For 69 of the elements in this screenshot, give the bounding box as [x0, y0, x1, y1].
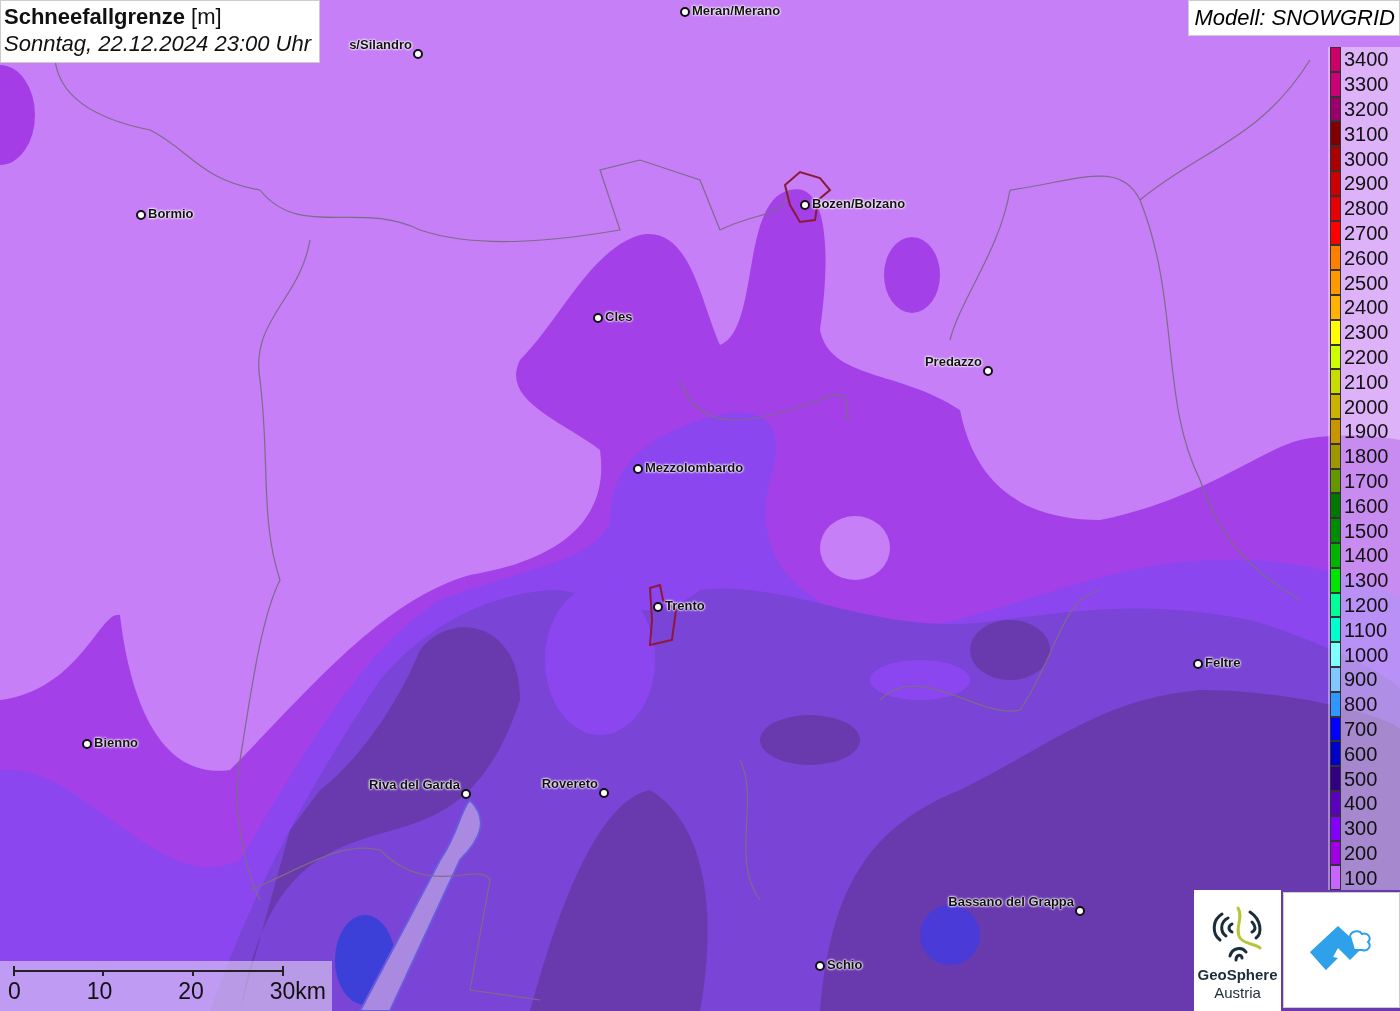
- legend-value: 2400: [1344, 296, 1389, 319]
- legend-value: 1100: [1344, 618, 1387, 641]
- legend-value: 800: [1344, 693, 1378, 716]
- city-marker-icon: [800, 200, 810, 210]
- legend-value: 1700: [1344, 469, 1389, 492]
- legend-value: 2600: [1344, 246, 1389, 269]
- city-label: Predazzo: [924, 354, 982, 370]
- city-marker-icon: [815, 961, 825, 971]
- city-label: Bassano del Grappa: [948, 894, 1074, 910]
- city-label: s/Silandro: [349, 37, 412, 53]
- legend-value: 2000: [1344, 395, 1389, 418]
- scale-label: 30km: [269, 977, 326, 1005]
- legend-value: 200: [1344, 841, 1378, 864]
- city-marker-icon: [136, 210, 146, 220]
- legend-value: 1500: [1344, 519, 1389, 542]
- city-label: Schio: [827, 957, 863, 973]
- city-label: Meran/Merano: [692, 3, 781, 19]
- legend-value: 100: [1344, 866, 1378, 889]
- legend-value: 2200: [1344, 345, 1389, 368]
- legend-value: 1600: [1344, 494, 1389, 517]
- legend-value: 2900: [1344, 172, 1389, 195]
- legend-value: 2700: [1344, 221, 1389, 244]
- legend-value: 600: [1344, 742, 1378, 765]
- city-marker-icon: [1075, 906, 1085, 916]
- city-marker-icon: [653, 602, 663, 612]
- city-marker-icon: [82, 739, 92, 749]
- city-marker-icon: [413, 49, 423, 59]
- legend-value: 400: [1344, 792, 1378, 815]
- legend-value: 700: [1344, 717, 1378, 740]
- legend-value: 900: [1344, 668, 1378, 691]
- legend-value: 3400: [1344, 48, 1389, 71]
- city-label: Cles: [605, 309, 633, 325]
- legend-value: 1800: [1344, 445, 1389, 468]
- city-label: Feltre: [1205, 655, 1241, 671]
- scale-label: 0: [8, 977, 21, 1005]
- city-marker-icon: [1193, 659, 1203, 669]
- model-label: Modell: SNOWGRID: [1187, 0, 1400, 36]
- forecast-datetime: Sonntag, 22.12.2024 23:00 Uhr: [4, 30, 312, 58]
- legend-value: 1900: [1344, 420, 1389, 443]
- city-marker-icon: [633, 464, 643, 474]
- logo-text: GeoSphere: [1197, 966, 1278, 984]
- city-marker-icon: [983, 366, 993, 376]
- city-marker-icon: [680, 7, 690, 17]
- logo-text: Austria: [1214, 984, 1261, 1002]
- legend-value: 3300: [1344, 73, 1389, 96]
- city-label: Bormio: [148, 206, 194, 222]
- legend-value: 3000: [1344, 147, 1389, 170]
- legend-value: 2500: [1344, 271, 1389, 294]
- legend-value: 1400: [1344, 544, 1389, 567]
- scale-label: 20: [178, 977, 204, 1005]
- legend-value: 1200: [1344, 593, 1389, 616]
- city-label: Rovereto: [541, 776, 598, 792]
- legend-value: 2800: [1344, 197, 1389, 220]
- city-marker-icon: [461, 789, 471, 799]
- legend-value: 1300: [1344, 569, 1389, 592]
- map-title: Schneefallgrenze [m]: [4, 4, 223, 30]
- legend-value: 1000: [1344, 643, 1389, 666]
- legend-value: 2100: [1344, 370, 1389, 393]
- legend-value: 3200: [1344, 98, 1389, 120]
- city-marker-icon: [593, 313, 603, 323]
- city-marker-icon: [599, 788, 609, 798]
- legend-value: 300: [1344, 817, 1378, 840]
- city-label: Riva del Garda: [368, 777, 460, 793]
- scale-label: 10: [86, 977, 113, 1005]
- legend-value: 3100: [1344, 122, 1389, 145]
- legend-value: 2300: [1344, 321, 1389, 344]
- city-label: Bienno: [94, 735, 139, 751]
- legend-value: 500: [1344, 767, 1378, 790]
- city-label: Mezzolombardo: [645, 460, 744, 476]
